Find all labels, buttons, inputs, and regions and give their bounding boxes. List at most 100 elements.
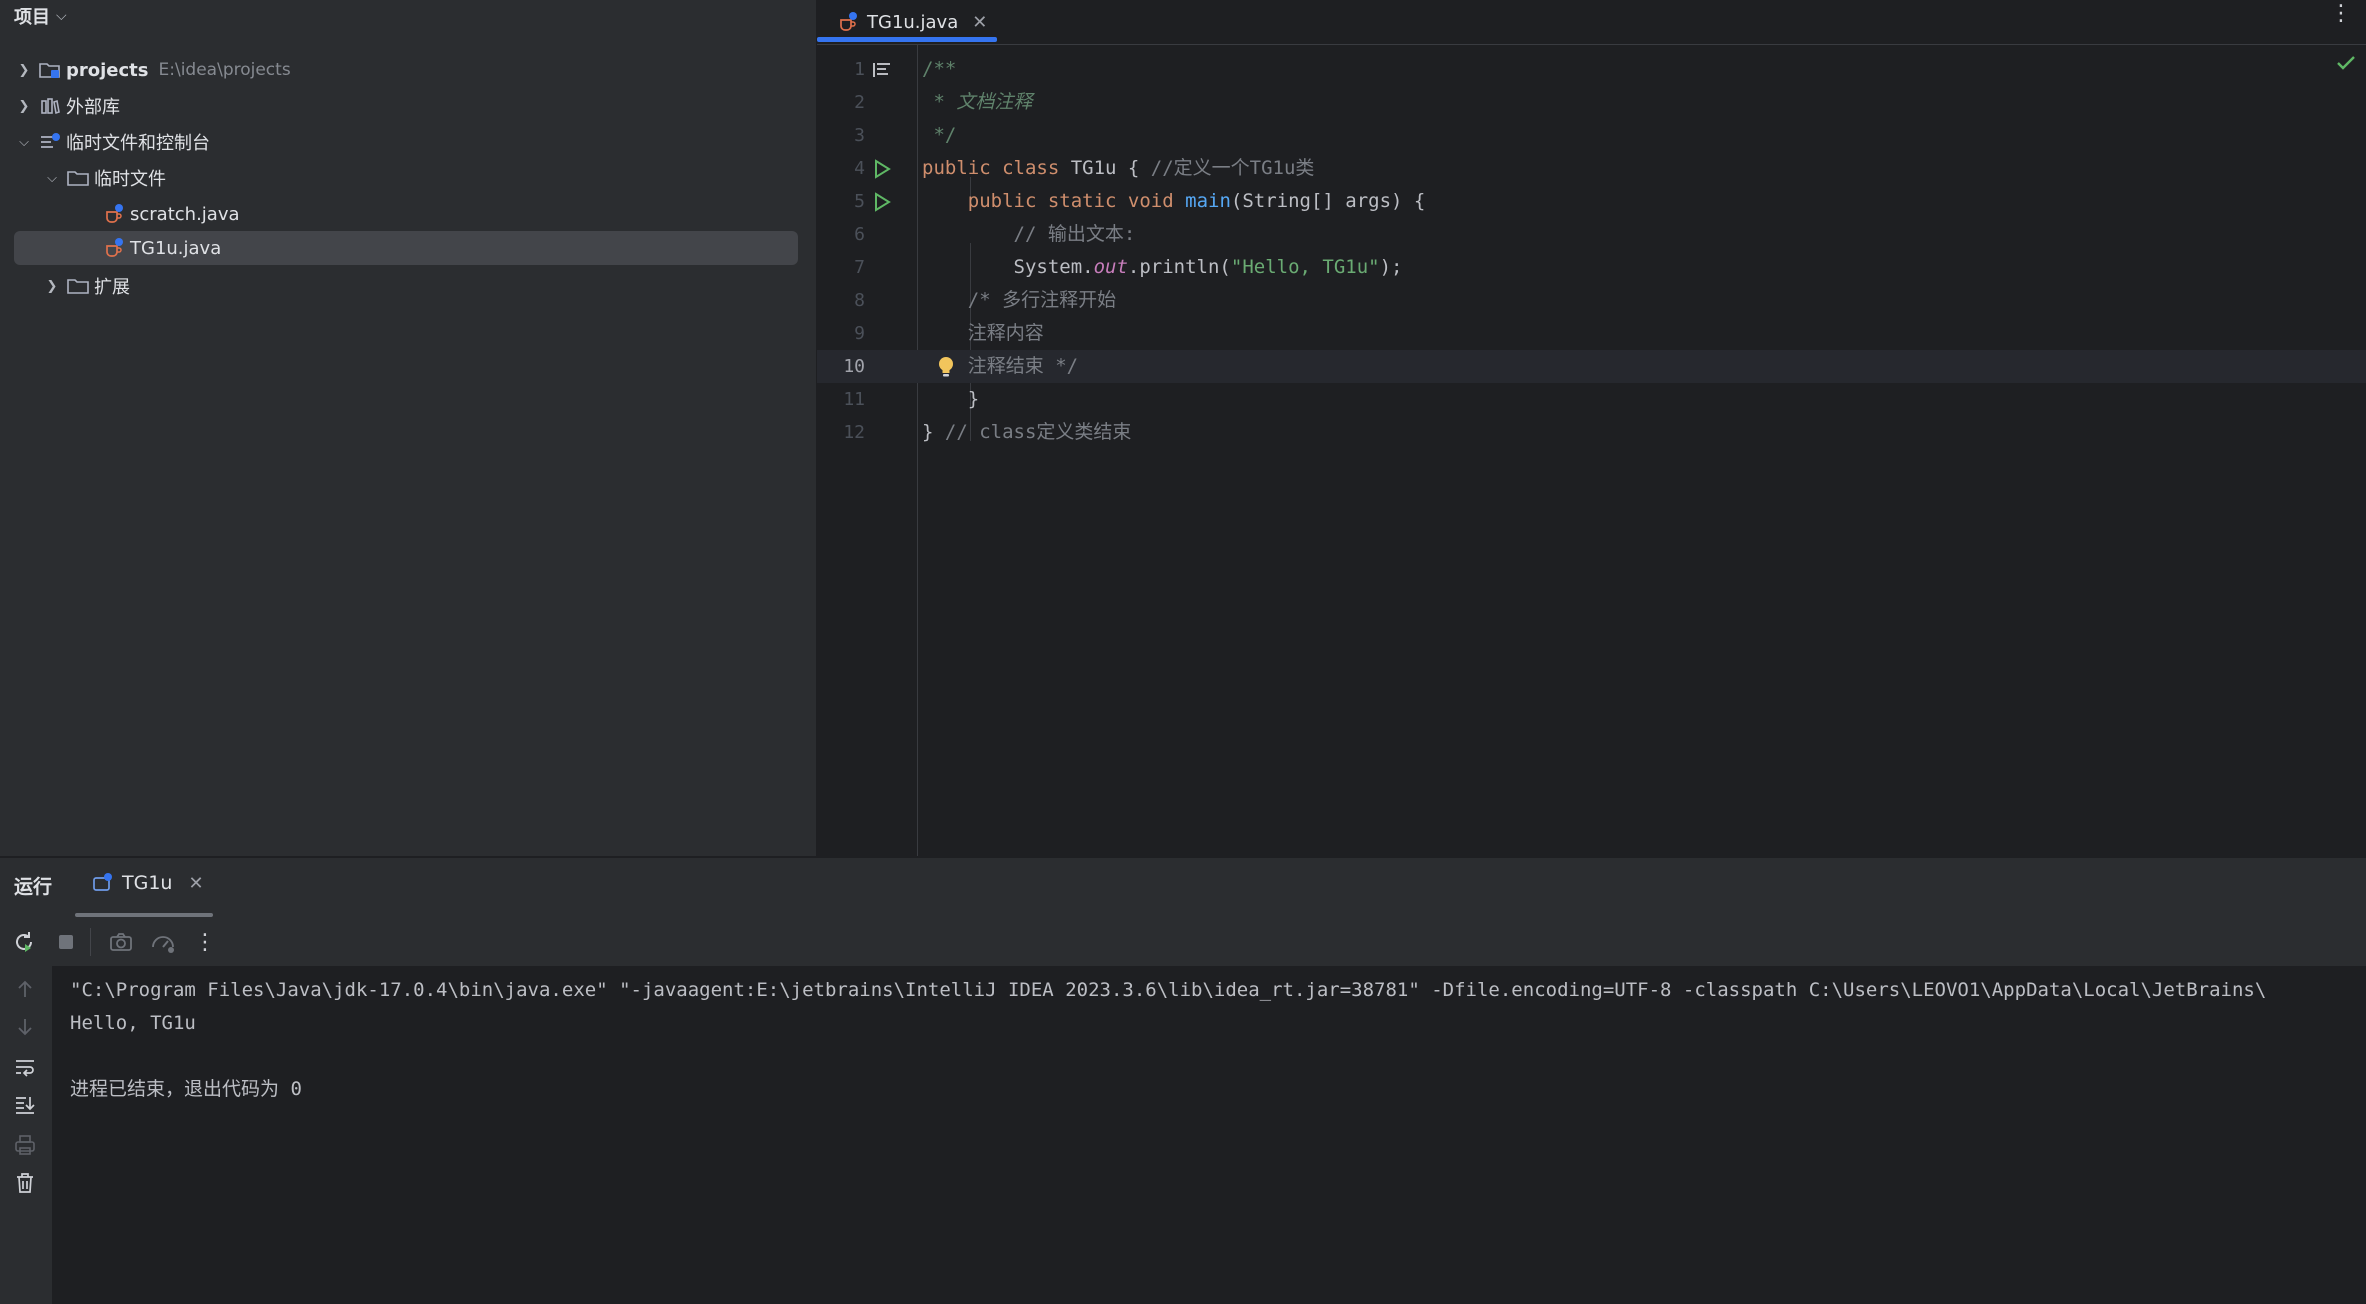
toolbar-separator: [90, 928, 91, 956]
scroll-to-end-icon[interactable]: [12, 1092, 38, 1118]
line-number: 9: [854, 323, 865, 344]
line-number: 4: [854, 158, 865, 179]
trash-icon[interactable]: [12, 1170, 38, 1196]
tree-item-tg1u-java[interactable]: TG1u.java: [14, 231, 798, 265]
code-line: 11 }: [817, 383, 2366, 416]
run-side-toolbar: [0, 966, 52, 1304]
code-token: }: [922, 421, 945, 443]
tree-item-extensions[interactable]: ❯ 扩展: [14, 269, 798, 303]
run-toolbar: ⋮: [0, 918, 2366, 966]
close-icon[interactable]: ✕: [188, 873, 203, 894]
line-number: 3: [854, 125, 865, 146]
folder-icon: [66, 276, 90, 296]
run-header: 运行 TG1u ✕: [0, 858, 2366, 918]
code-area[interactable]: 1 /** 2 * 文档注释 3 */ 4 public class TG1u …: [817, 45, 2366, 856]
code-token: main: [1185, 190, 1231, 212]
checkmark-icon[interactable]: [2336, 54, 2356, 77]
application-icon: [92, 873, 114, 893]
run-icon[interactable]: [871, 158, 893, 180]
tree-item-path: E:\idea\projects: [158, 60, 291, 80]
tree-item-label: 临时文件: [94, 169, 166, 190]
run-icon[interactable]: [871, 191, 893, 213]
console-line: "C:\Program Files\Java\jdk-17.0.4\bin\ja…: [70, 979, 2267, 1001]
tree-item-projects[interactable]: ❯ projects E:\idea\projects: [14, 53, 798, 87]
tree-item-scratches-and-consoles[interactable]: ⌵ 临时文件和控制台: [14, 125, 798, 159]
tree-item-label: 外部库: [66, 97, 120, 118]
chevron-right-icon[interactable]: ❯: [42, 279, 62, 294]
code-token: );: [1379, 256, 1403, 278]
more-options-icon[interactable]: ⋮: [2330, 3, 2352, 25]
soft-wrap-icon[interactable]: [12, 1054, 38, 1080]
line-number: 8: [854, 290, 865, 311]
scratches-icon: [38, 132, 62, 152]
tree-item-external-libraries[interactable]: ❯ 外部库: [14, 89, 798, 123]
code-token: 注释结束 */: [922, 355, 1079, 377]
project-panel: 项目 ⌵ ❯ projects E:\idea\projects ❯ 外部库 ⌵…: [0, 0, 817, 856]
tree-item-label: 扩展: [94, 277, 130, 298]
code-token: }: [922, 388, 980, 410]
folder-icon: [66, 168, 90, 188]
run-tab-tg1u[interactable]: TG1u ✕: [92, 872, 204, 894]
stop-button[interactable]: [48, 924, 84, 960]
code-line: 6 // 输出文本:: [817, 218, 2366, 251]
code-token: *: [922, 91, 957, 113]
run-panel: 运行 TG1u ✕ ⋮ "C:\Program Files\Java\jdk-1…: [0, 857, 2366, 1304]
code-token: /**: [922, 58, 957, 80]
arrow-up-icon[interactable]: [12, 976, 38, 1002]
code-line: 3 */: [817, 119, 2366, 152]
chevron-down-icon[interactable]: ⌵: [42, 171, 62, 186]
more-options-icon[interactable]: ⋮: [187, 924, 223, 960]
structure-icon[interactable]: [871, 59, 893, 81]
line-number: 2: [854, 92, 865, 113]
rerun-button[interactable]: [6, 924, 42, 960]
code-token: /* 多行注释开始: [922, 289, 1117, 311]
code-token: public static void: [967, 190, 1174, 212]
arrow-down-icon[interactable]: [12, 1014, 38, 1040]
project-view-selector[interactable]: 项目 ⌵: [14, 2, 67, 30]
chevron-down-icon[interactable]: ⌵: [14, 135, 34, 150]
code-line: 9 注释内容: [817, 317, 2366, 350]
code-token: .println(: [1127, 256, 1231, 278]
code-line: 12 } // class定义类结束: [817, 416, 2366, 449]
line-number: 12: [843, 422, 865, 443]
line-number: 1: [854, 59, 865, 80]
code-line: 1 /**: [817, 53, 2366, 86]
code-line-current: 10 注释结束 */: [817, 350, 2366, 383]
code-line: 7 System.out.println("Hello, TG1u");: [817, 251, 2366, 284]
editor-tab-label: TG1u.java: [867, 11, 959, 33]
code-line: 8 /* 多行注释开始: [817, 284, 2366, 317]
code-token: public class: [922, 157, 1060, 179]
profiler-icon[interactable]: [145, 924, 181, 960]
code-token: //定义一个TG1u类: [1150, 157, 1315, 179]
tree-item-label: scratch.java: [130, 203, 240, 225]
chevron-right-icon[interactable]: ❯: [14, 99, 34, 114]
code-token: (String[] args) {: [1230, 190, 1426, 212]
line-number: 5: [854, 191, 865, 212]
java-file-icon: [102, 204, 126, 224]
active-tab-indicator: [817, 37, 997, 42]
active-tab-indicator: [75, 913, 213, 917]
code-token: 文档注释: [956, 91, 1033, 113]
close-icon[interactable]: ✕: [972, 12, 987, 33]
tree-item-label: projects: [66, 59, 149, 81]
tree-item-label: TG1u.java: [130, 237, 222, 259]
code-token: // class定义类结束: [944, 421, 1132, 443]
java-file-icon: [102, 238, 126, 258]
code-editor: TG1u.java ✕ ⋮ 1 /** 2 * 文档注释 3 */ 4 publ…: [817, 0, 2366, 856]
module-folder-icon: [38, 60, 62, 80]
code-line: 2 * 文档注释: [817, 86, 2366, 119]
tree-item-label: 临时文件和控制台: [66, 133, 210, 154]
print-icon[interactable]: [12, 1132, 38, 1158]
tree-item-scratch-java[interactable]: scratch.java: [14, 197, 798, 231]
console-line: Hello, TG1u: [70, 1012, 196, 1034]
tree-item-scratches[interactable]: ⌵ 临时文件: [14, 161, 798, 195]
camera-icon[interactable]: [103, 924, 139, 960]
run-tab-label: TG1u: [122, 872, 173, 894]
chevron-right-icon[interactable]: ❯: [14, 63, 34, 78]
line-number: 6: [854, 224, 865, 245]
console-output[interactable]: "C:\Program Files\Java\jdk-17.0.4\bin\ja…: [52, 966, 2366, 1304]
code-line: 5 public static void main(String[] args)…: [817, 185, 2366, 218]
line-number: 11: [843, 389, 865, 410]
